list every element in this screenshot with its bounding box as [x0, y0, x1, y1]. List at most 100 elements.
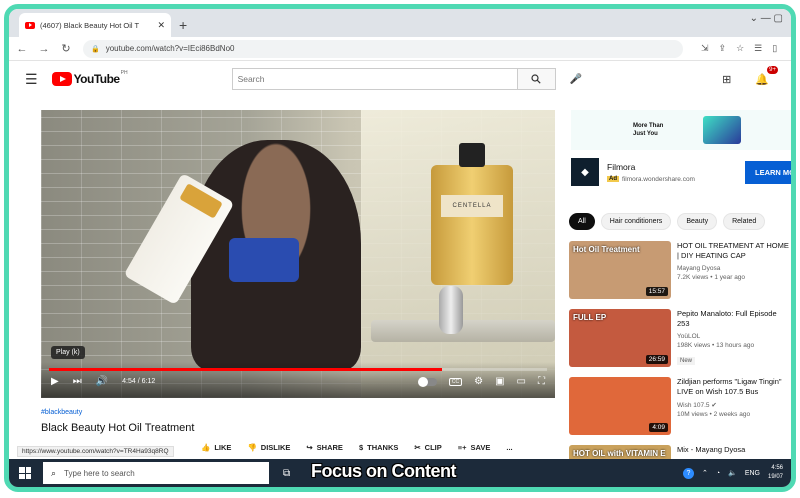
- youtube-logo[interactable]: YouTube PH: [51, 70, 128, 86]
- speaker-icon[interactable]: 🔈: [728, 469, 737, 477]
- search-input[interactable]: [232, 69, 517, 89]
- forward-icon[interactable]: →: [35, 43, 53, 55]
- volume-icon[interactable]: 🔊: [96, 376, 108, 387]
- sidebar-icon[interactable]: ▯: [772, 43, 777, 54]
- youtube-favicon-icon: [25, 21, 35, 29]
- reload-icon[interactable]: ↻: [57, 42, 75, 55]
- play-icon[interactable]: ▶: [51, 376, 59, 387]
- share-arrow-icon: ↪: [306, 443, 313, 452]
- save-button[interactable]: ≡+ SAVE: [458, 443, 491, 452]
- recommendation-channel[interactable]: Mayang Dyosa: [677, 265, 791, 272]
- ad-banner-line1: More Than: [633, 123, 664, 129]
- taskbar-search[interactable]: ⌕ Type here to search: [43, 462, 269, 484]
- ad-banner[interactable]: More Than Just You: [571, 110, 791, 150]
- recommendation-title[interactable]: Pepito Manaloto: Full Episode 253: [677, 309, 791, 329]
- search-button[interactable]: [516, 69, 555, 89]
- help-icon[interactable]: ?: [682, 467, 694, 479]
- recommendation-meta: Zildjian performs "Ligaw Tingin" LIVE on…: [677, 377, 791, 439]
- recommendation-item[interactable]: 4:09 Zildjian performs "Ligaw Tingin" LIV…: [569, 377, 791, 439]
- recommendation-list: Hot Oil Treatment 15:57 HOT OIL TREATMENT …: [569, 241, 791, 487]
- recommendation-title[interactable]: HOT OIL TREATMENT AT HOME | DIY HEATING …: [677, 241, 791, 261]
- scissors-icon: ✂: [414, 443, 421, 452]
- clip-button[interactable]: ✂ CLIP: [414, 443, 441, 452]
- ad-meta: Filmora Ad filmora.wondershare.com: [607, 162, 745, 183]
- learn-more-button[interactable]: LEARN MO: [745, 160, 791, 184]
- network-icon[interactable]: ◔: [716, 470, 720, 477]
- youtube-wordmark: YouTube: [73, 72, 121, 86]
- recommendation-thumbnail[interactable]: Hot Oil Treatment 15:57: [569, 241, 671, 299]
- share-button[interactable]: ↪ SHARE: [306, 443, 343, 452]
- header-actions: ⊞ 🔔 9+: [722, 65, 778, 86]
- browser-tab[interactable]: (4607) Black Beauty Hot Oil T ✕: [19, 13, 171, 37]
- control-right-group: CC ⚙ ▣ ▭ ⛶: [417, 376, 545, 387]
- recommendation-meta: HOT OIL TREATMENT AT HOME | DIY HEATING …: [677, 241, 791, 303]
- recommendation-thumbnail[interactable]: 4:09: [569, 377, 671, 435]
- status-bar-url: https://www.youtube.com/watch?v=TR4Ha93q…: [17, 446, 174, 457]
- lock-icon: 🔒: [91, 45, 100, 53]
- share-icon[interactable]: ⇪: [719, 43, 727, 54]
- miniplayer-icon[interactable]: ▣: [495, 376, 504, 387]
- recommendation-title[interactable]: Zildjian performs "Ligaw Tingin" LIVE on…: [677, 377, 791, 397]
- new-badge: New: [677, 357, 696, 365]
- play-tooltip: Play (k): [51, 346, 85, 359]
- back-icon[interactable]: ←: [13, 43, 31, 55]
- next-icon[interactable]: ⏭: [73, 376, 82, 387]
- notifications-bell-icon[interactable]: 🔔 9+: [755, 65, 778, 86]
- taskbar-search-icon: ⌕: [51, 467, 57, 478]
- thanks-button[interactable]: $ THANKS: [359, 443, 398, 452]
- dislike-button[interactable]: 👎 DISLIKE: [247, 443, 290, 452]
- settings-gear-icon[interactable]: ⚙: [474, 376, 483, 387]
- address-bar[interactable]: 🔒 youtube.com/watch?v=IEci86BdNo0: [83, 39, 683, 58]
- bookmark-star-icon[interactable]: ☆: [736, 43, 744, 54]
- taskbar-apps: ⧉: [283, 468, 290, 479]
- progress-fill: [49, 368, 443, 371]
- recommendation-channel[interactable]: YoüLOL: [677, 333, 791, 340]
- focus-on-content-overlay: Focus on Content: [311, 461, 456, 481]
- recommendation-thumbnail[interactable]: FULL EP 26:59: [569, 309, 671, 367]
- recommendation-item[interactable]: Hot Oil Treatment 15:57 HOT OIL TREATMENT …: [569, 241, 791, 303]
- clip-label: CLIP: [424, 443, 442, 452]
- create-video-icon[interactable]: ⊞: [722, 73, 731, 86]
- recommendation-views: 10M views • 2 weeks ago: [677, 411, 751, 418]
- fullscreen-icon[interactable]: ⛶: [538, 376, 545, 387]
- language-indicator[interactable]: ENG: [745, 470, 760, 477]
- autoplay-toggle[interactable]: [417, 376, 437, 387]
- new-tab-button[interactable]: +: [179, 17, 187, 33]
- chip-beauty[interactable]: Beauty: [677, 213, 718, 230]
- ad-panel: More Than Just You ◆ Filmora Ad filmora.wo…: [571, 110, 791, 200]
- bottle-label: CENTELLA: [441, 195, 503, 217]
- recommendation-views: 198K views • 13 hours ago: [677, 342, 755, 349]
- recommendation-views: 7.2K views • 1 year ago: [677, 274, 746, 281]
- chip-hair-conditioners[interactable]: Hair conditioners: [600, 213, 672, 230]
- tab-close-icon[interactable]: ✕: [157, 20, 165, 31]
- ad-name: Filmora: [607, 161, 636, 172]
- control-buttons: ▶ ⏭ 🔊 4:54 / 6:12 CC ⚙ ▣ ▭ ⛶: [51, 376, 545, 387]
- windows-start-icon[interactable]: [19, 467, 31, 479]
- ad-banner-art: [703, 116, 741, 144]
- install-icon[interactable]: ⇲: [701, 43, 709, 54]
- recommendation-item[interactable]: FULL EP 26:59 Pepito Manaloto: Full Episod…: [569, 309, 791, 371]
- chip-all[interactable]: All: [569, 213, 595, 230]
- reading-list-icon[interactable]: ☰: [754, 43, 762, 54]
- browser-toolbar: ← → ↻ 🔒 youtube.com/watch?v=IEci86BdNo0 …: [9, 37, 791, 61]
- clock[interactable]: 4:56 19/07: [768, 464, 783, 482]
- video-player[interactable]: CENTELLA Play (k) ▶ ⏭ 🔊 4:54 / 6:12 CC ⚙…: [41, 110, 555, 398]
- window-controls[interactable]: ⌄ — ▢: [750, 13, 783, 24]
- filter-chips: All Hair conditioners Beauty Related: [569, 213, 766, 230]
- more-actions-button[interactable]: ...: [506, 443, 512, 452]
- video-actions: 👍 LIKE 👎 DISLIKE ↪ SHARE $ THANKS ✂ CLIP ≡+ SA…: [201, 443, 513, 452]
- progress-bar[interactable]: [49, 368, 547, 371]
- video-hashtag[interactable]: #blackbeauty: [41, 409, 82, 416]
- recommendation-title[interactable]: Mix - Mayang Dyosa: [677, 445, 791, 455]
- tray-chevron-icon[interactable]: ⌃: [702, 469, 708, 477]
- like-button[interactable]: 👍 LIKE: [201, 443, 231, 452]
- menu-icon[interactable]: ☰: [25, 71, 38, 88]
- microphone-icon[interactable]: 🎤: [570, 74, 582, 85]
- youtube-play-icon: [51, 72, 72, 86]
- captions-icon[interactable]: CC: [448, 377, 463, 386]
- theater-mode-icon[interactable]: ▭: [517, 376, 526, 387]
- chip-related[interactable]: Related: [723, 213, 766, 230]
- task-view-icon[interactable]: ⧉: [283, 468, 290, 479]
- recommendation-channel[interactable]: Wish 107.5 ✔: [677, 401, 791, 409]
- video-frame-shelf: [371, 320, 555, 342]
